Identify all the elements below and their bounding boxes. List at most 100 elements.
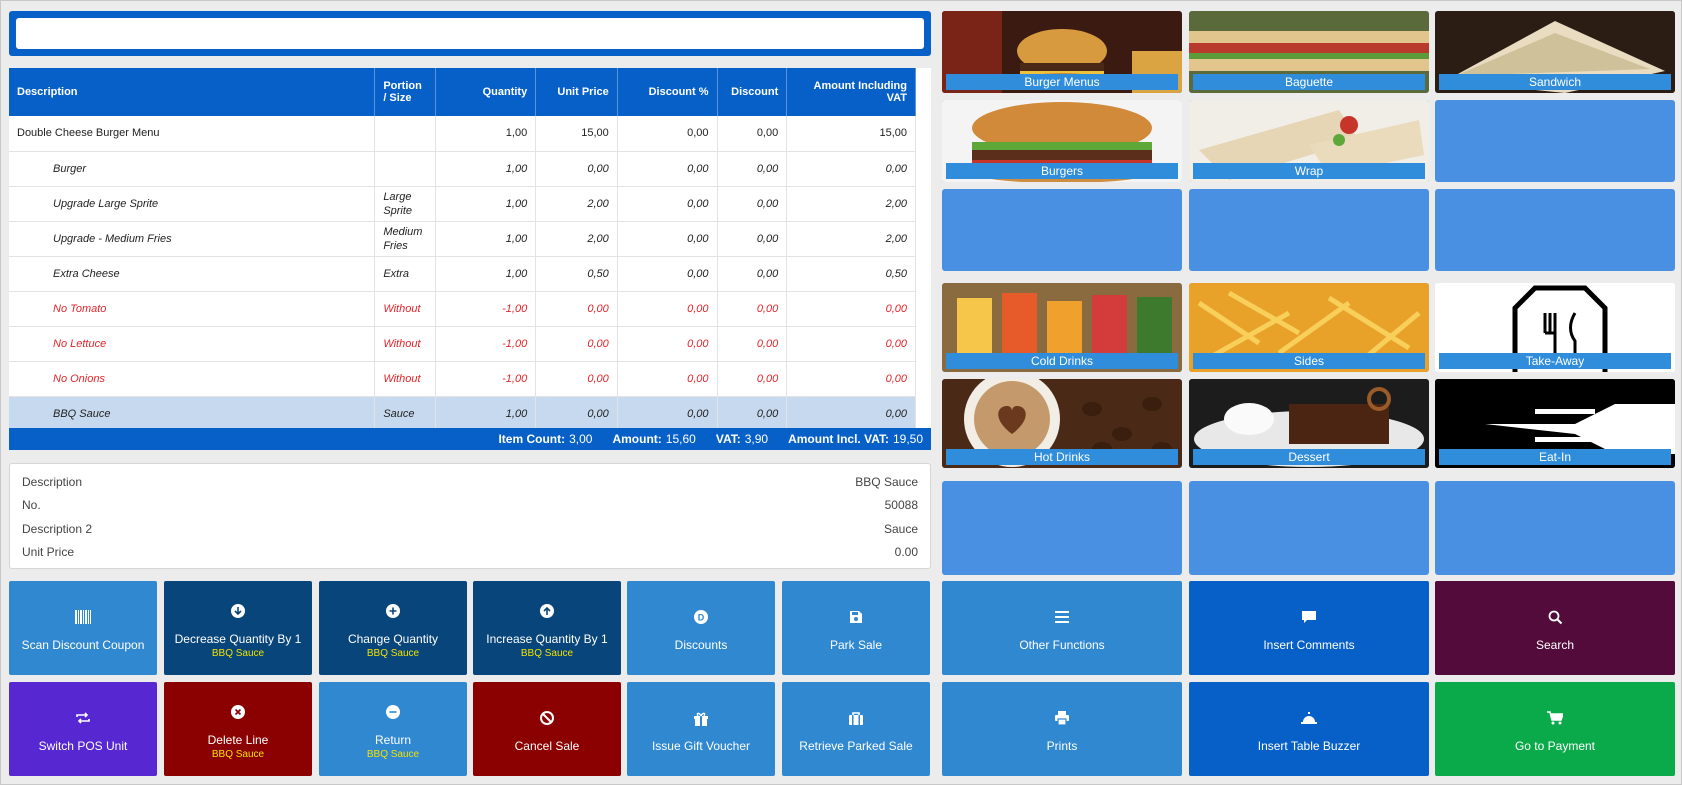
retrieve-parked-sale-button[interactable]: Retrieve Parked Sale [782,682,930,776]
arrow-up-circle-icon [539,598,555,624]
menu-tile-empty[interactable] [1435,481,1675,575]
menu-tile-wrap[interactable]: Wrap [1189,100,1429,182]
cell-discount-pct: 0,00 [617,256,718,292]
delete-line-button[interactable]: Delete Line BBQ Sauce [164,682,312,776]
menu-tile-empty[interactable] [1435,189,1675,271]
cell-discount: 0,00 [717,256,788,292]
cell-portion [374,151,437,187]
search-bar [9,11,931,56]
button-label: Insert Table Buzzer [1257,739,1361,753]
cell-quantity: 1,00 [435,116,537,152]
col-header-unit-price[interactable]: Unit Price [535,68,618,116]
menu-tile-take-away[interactable]: Take-Away [1435,283,1675,372]
table-row[interactable]: Burger 1,00 0,00 0,00 0,00 0,00 [9,151,916,187]
col-header-portion[interactable]: Portion / Size [374,68,437,116]
menu-tile-sandwich[interactable]: Sandwich [1435,11,1675,93]
minus-circle-icon [385,699,401,725]
search-button[interactable]: Search [1435,581,1675,675]
change-quantity-button[interactable]: Change Quantity BBQ Sauce [319,581,467,675]
cell-discount: 0,00 [717,116,788,152]
menu-tile-baguette[interactable]: Baguette [1189,11,1429,93]
menu-tile-empty[interactable] [942,481,1182,575]
sale-lines-table: Description Portion / Size Quantity Unit… [9,68,931,432]
barcode-icon [75,604,91,630]
cell-amount: 0,50 [786,256,916,292]
menu-tile-eat-in[interactable]: Eat-In [1435,379,1675,468]
menu-tile-empty[interactable] [942,189,1182,271]
park-sale-button[interactable]: Park Sale [782,581,930,675]
decrease-quantity-button[interactable]: Decrease Quantity By 1 BBQ Sauce [164,581,312,675]
menu-tile-burgers[interactable]: Burgers [942,100,1182,182]
go-to-payment-button[interactable]: Go to Payment [1435,682,1675,776]
other-functions-button[interactable]: Other Functions [942,581,1182,675]
cell-quantity: 1,00 [435,221,537,257]
table-row[interactable]: Double Cheese Burger Menu 1,00 15,00 0,0… [9,116,916,152]
table-row[interactable]: Extra Cheese Extra 1,00 0,50 0,00 0,00 0… [9,256,916,292]
cell-discount-pct: 0,00 [617,116,718,152]
menu-tile-cold-drinks[interactable]: Cold Drinks [942,283,1182,372]
cell-discount: 0,00 [717,361,788,397]
cell-description: Extra Cheese [9,256,376,292]
cell-discount-pct: 0,00 [617,396,718,432]
tile-caption: Burger Menus [946,74,1178,90]
button-label: Discounts [674,638,728,652]
cell-quantity: 1,00 [435,151,537,187]
button-label: Increase Quantity By 1 [486,631,608,646]
cell-quantity: -1,00 [435,326,537,362]
cell-discount: 0,00 [717,396,788,432]
cell-unit-price: 0,50 [535,256,618,292]
cell-discount-pct: 0,00 [617,186,718,222]
col-header-quantity[interactable]: Quantity [435,68,537,116]
cell-portion: Without [374,291,437,327]
comment-icon [1301,604,1317,630]
tile-caption: Cold Drinks [946,353,1178,369]
table-row-selected[interactable]: BBQ Sauce Sauce 1,00 0,00 0,00 0,00 0,00 [9,396,916,432]
cell-discount-pct: 0,00 [617,326,718,362]
line-details-panel: Description BBQ Sauce No. 50088 Descript… [9,463,931,569]
menu-tile-burger-menus[interactable]: Burger Menus [942,11,1182,93]
table-row[interactable]: No Tomato Without -1,00 0,00 0,00 0,00 0… [9,291,916,327]
button-label: Go to Payment [1514,739,1596,753]
return-button[interactable]: Return BBQ Sauce [319,682,467,776]
search-input[interactable] [16,18,924,49]
detail-value: 50088 [884,498,918,513]
cell-quantity: 1,00 [435,186,537,222]
cancel-sale-button[interactable]: Cancel Sale [473,682,621,776]
insert-table-buzzer-button[interactable]: Insert Table Buzzer [1189,682,1429,776]
scan-discount-coupon-button[interactable]: Scan Discount Coupon [9,581,157,675]
cell-unit-price: 2,00 [535,186,618,222]
detail-row-no: No. 50088 [22,494,918,518]
menu-tile-dessert[interactable]: Dessert [1189,379,1429,468]
table-row[interactable]: Upgrade - Medium Fries Medium Fries 1,00… [9,221,916,257]
col-header-discount-pct[interactable]: Discount % [617,68,718,116]
issue-gift-voucher-button[interactable]: Issue Gift Voucher [627,682,775,776]
menu-tile-empty[interactable] [1435,100,1675,182]
cell-portion: Extra [374,256,437,292]
col-header-description[interactable]: Description [9,68,376,116]
cell-description: No Tomato [9,291,376,327]
menu-tile-empty[interactable] [1189,189,1429,271]
tile-caption: Sandwich [1439,74,1671,90]
menu-icon [1055,604,1069,630]
table-row[interactable]: No Lettuce Without -1,00 0,00 0,00 0,00 … [9,326,916,362]
increase-quantity-button[interactable]: Increase Quantity By 1 BBQ Sauce [473,581,621,675]
col-header-amount-incl-vat[interactable]: Amount Including VAT [786,68,916,116]
detail-row-description2: Description 2 Sauce [22,517,918,541]
menu-tile-sides[interactable]: Sides [1189,283,1429,372]
prints-button[interactable]: Prints [942,682,1182,776]
menu-tile-hot-drinks[interactable]: Hot Drinks [942,379,1182,468]
cell-discount-pct: 0,00 [617,291,718,327]
table-row[interactable]: Upgrade Large Sprite Large Sprite 1,00 2… [9,186,916,222]
switch-pos-unit-button[interactable]: Switch POS Unit [9,682,157,776]
cell-unit-price: 0,00 [535,396,618,432]
detail-row-description: Description BBQ Sauce [22,470,918,494]
button-label: Cancel Sale [514,739,580,753]
col-header-discount[interactable]: Discount [717,68,788,116]
menu-tile-empty[interactable] [1189,481,1429,575]
discounts-button[interactable]: D Discounts [627,581,775,675]
button-label: Decrease Quantity By 1 [174,631,302,646]
table-row[interactable]: No Onions Without -1,00 0,00 0,00 0,00 0… [9,361,916,397]
cell-unit-price: 0,00 [535,151,618,187]
insert-comments-button[interactable]: Insert Comments [1189,581,1429,675]
cell-description: No Lettuce [9,326,376,362]
